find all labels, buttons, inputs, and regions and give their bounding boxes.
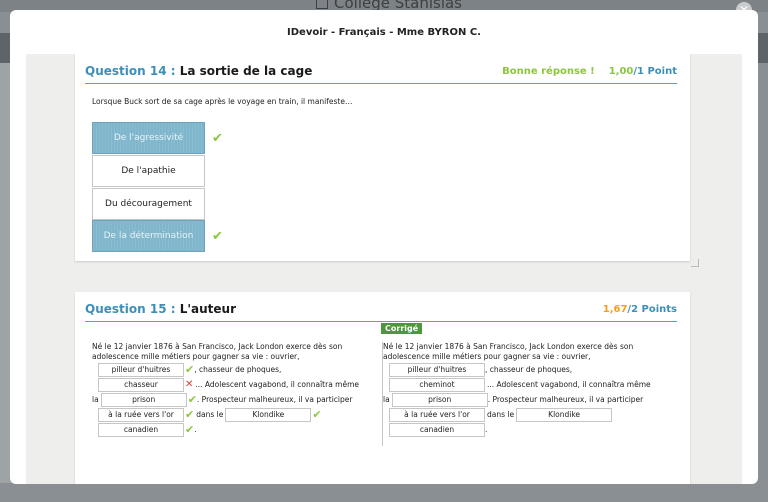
check-icon: ✔	[212, 229, 223, 244]
dialog-body[interactable]: Question 14 : La sortie de la cage Bonne…	[26, 54, 742, 484]
blank-1-corrected: pilleur d'huitres	[389, 362, 485, 377]
check-icon: ✔	[187, 392, 197, 406]
check-icon: ✔	[185, 362, 195, 376]
question-14-score: Bonne réponse ! 1,00/1 Point	[502, 66, 677, 77]
check-icon: ✔	[212, 131, 223, 146]
blank-6-corrected: canadien	[389, 422, 485, 437]
corrige-badge: Corrigé	[381, 323, 423, 334]
choice-determination[interactable]: De la détermination	[92, 220, 205, 252]
check-icon: ✔	[185, 422, 195, 436]
blank-5-corrected: Klondike	[516, 407, 613, 422]
app-icon	[316, 0, 328, 9]
blank-2-corrected: cheminot	[389, 377, 485, 392]
blank-4-corrected: à la ruée vers l'or	[389, 407, 485, 422]
question-15-card: Question 15 : L'auteur 1,67/2 Points Cor…	[75, 292, 690, 484]
dialog-header: IDevoir - Français - Mme BYRON C.	[10, 10, 758, 54]
result-dialog: IDevoir - Français - Mme BYRON C. Questi…	[10, 10, 758, 484]
blank-1-student[interactable]: pilleur d'huitres	[98, 362, 184, 377]
question-14-prompt: Lorsque Buck sort de sa cage après le vo…	[92, 97, 353, 106]
blank-3-student[interactable]: prison	[100, 392, 187, 407]
choice-agressivite[interactable]: De l'agressivité	[92, 122, 205, 154]
check-icon: ✔	[312, 407, 322, 421]
dialog-title: IDevoir - Français - Mme BYRON C.	[287, 26, 481, 38]
question-15-header: Question 15 : L'auteur 1,67/2 Points	[85, 300, 677, 322]
choice-apathie[interactable]: De l'apathie	[92, 155, 205, 187]
choice-decouragement[interactable]: Du découragement	[92, 188, 205, 220]
question-15-score: 1,67/2 Points	[602, 304, 677, 315]
question-15-title: Question 15 : L'auteur	[85, 302, 236, 316]
blank-2-student[interactable]: chasseur	[98, 377, 184, 392]
cross-icon: ✕	[185, 378, 194, 390]
question-14-card: Question 14 : La sortie de la cage Bonne…	[75, 54, 690, 261]
corrected-answer-column: Né le 12 janvier 1876 à San Francisco, J…	[382, 342, 662, 446]
check-icon: ✔	[185, 407, 195, 421]
blank-5-student[interactable]: Klondike	[225, 407, 312, 422]
blank-6-student[interactable]: canadien	[98, 422, 184, 437]
question-14-header: Question 14 : La sortie de la cage Bonne…	[85, 62, 677, 84]
student-answer-column: Né le 12 janvier 1876 à San Francisco, J…	[92, 342, 360, 437]
blank-4-student[interactable]: à la ruée vers l'or	[98, 407, 184, 422]
question-14-title: Question 14 : La sortie de la cage	[85, 64, 313, 78]
resize-handle-icon	[691, 259, 699, 267]
blank-3-corrected: prison	[391, 392, 488, 407]
